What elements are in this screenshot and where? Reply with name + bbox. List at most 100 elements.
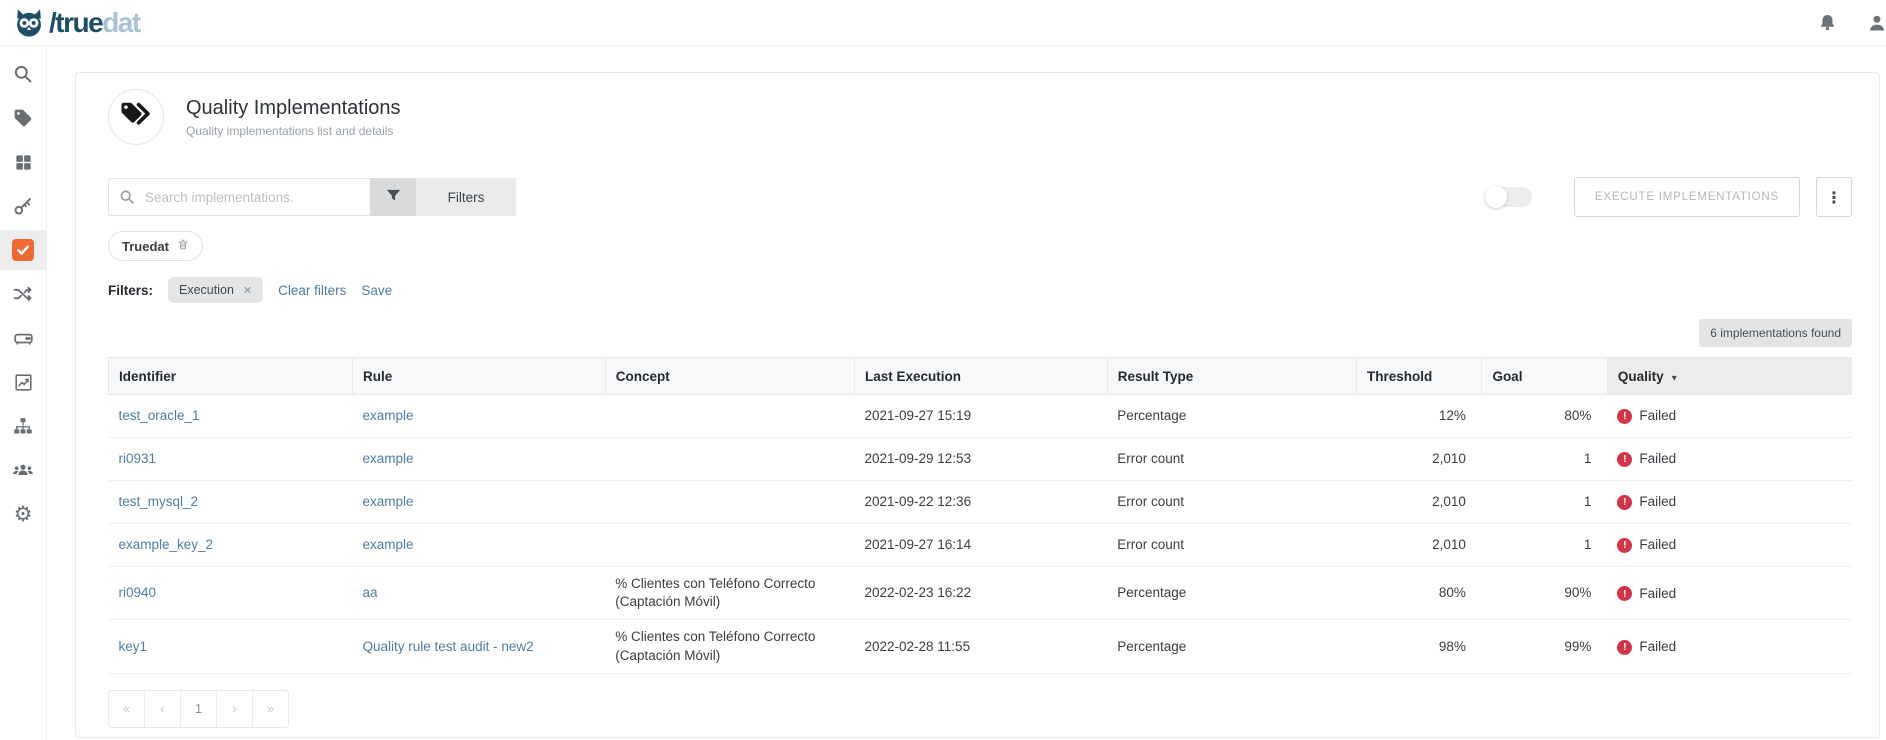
rule-link[interactable]: Quality rule test audit - new2 [363,639,534,654]
sidebar-item-glossary[interactable] [0,98,46,138]
cell-result_type: Error count [1107,481,1356,524]
failed-icon: ! [1617,586,1632,601]
column-header-last_execution[interactable]: Last Execution [854,358,1107,395]
cell-identifier: test_mysql_2 [109,481,353,524]
cell-last_execution: 2021-09-22 12:36 [854,481,1107,524]
cell-concept [605,524,854,567]
execute-toggle[interactable] [1486,187,1532,207]
pagination-first-button[interactable]: « [108,690,145,728]
cell-quality: ! Failed [1607,620,1851,673]
sidebar-item-domains[interactable] [0,406,46,446]
sidebar-item-dashboards[interactable] [0,362,46,402]
column-header-label-identifier: Identifier [119,369,176,384]
identifier-link[interactable]: ri0931 [119,451,157,466]
server-icon [13,328,34,349]
rule-link[interactable]: example [363,494,414,509]
failed-icon: ! [1617,640,1632,655]
clear-filters-link[interactable]: Clear filters [278,283,346,298]
cell-goal: 1 [1482,481,1607,524]
close-icon[interactable]: ✕ [243,284,252,297]
cell-result_type: Percentage [1107,567,1356,620]
rule-link[interactable]: aa [363,585,378,600]
quality-status-label: Failed [1639,638,1676,656]
cell-goal: 90% [1482,567,1607,620]
identifier-link[interactable]: test_mysql_2 [119,494,199,509]
filter-chip-execution[interactable]: Execution ✕ [168,277,263,303]
cell-quality: !Failed [1607,524,1851,567]
save-filters-link[interactable]: Save [361,283,392,298]
rule-link[interactable]: example [363,537,414,552]
column-header-concept[interactable]: Concept [605,358,854,395]
trash-icon[interactable] [177,238,189,254]
column-header-label-quality: Quality [1618,369,1664,384]
sitemap-icon [13,416,33,436]
brand-wordmark-primary: /true [49,7,102,38]
pagination-next-button[interactable]: › [216,690,253,728]
quality-status-label: Failed [1639,536,1676,554]
sidebar-item-quality[interactable] [0,230,46,270]
cell-result_type: Percentage [1107,620,1356,673]
filter-funnel-button[interactable] [370,178,416,216]
identifier-link[interactable]: key1 [119,639,148,654]
funnel-icon [385,187,402,207]
cell-result_type: Error count [1107,524,1356,567]
column-header-quality[interactable]: Quality▾ [1607,358,1851,395]
quality-status-label: Failed [1639,450,1676,468]
pagination-page-1-button[interactable]: 1 [180,690,217,728]
identifier-link[interactable]: test_oracle_1 [119,408,200,423]
rule-link[interactable]: example [363,408,414,423]
table-row: ri0940aa% Clientes con Teléfono Correcto… [109,567,1852,620]
identifier-link[interactable]: example_key_2 [119,537,214,552]
filters-row: Filters: Execution ✕ Clear filters Save [108,277,1852,303]
kebab-menu-button[interactable]: ⋮ [1816,177,1852,217]
identifier-link[interactable]: ri0940 [119,585,157,600]
column-header-threshold[interactable]: Threshold [1356,358,1481,395]
quality-status: !Failed [1617,407,1676,425]
column-header-label-goal: Goal [1492,369,1522,384]
quality-status-label: Failed [1639,493,1676,511]
column-header-label-last_execution: Last Execution [865,369,961,384]
sidebar-item-users[interactable] [0,450,46,490]
toolbar-right: EXECUTE IMPLEMENTATIONS ⋮ [1486,177,1852,217]
sidebar-item-sources[interactable] [0,318,46,358]
cell-goal: 80% [1482,395,1607,438]
sidebar-item-catalog[interactable] [0,142,46,182]
execute-implementations-button[interactable]: EXECUTE IMPLEMENTATIONS [1574,177,1800,217]
sidebar-item-lineage[interactable] [0,274,46,314]
cell-identifier: key1 [109,620,353,673]
brand-logo[interactable]: /truedat [12,6,140,40]
failed-icon: ! [1617,452,1632,467]
users-icon [12,459,34,481]
quality-status: ! Failed [1617,450,1676,468]
sidebar-item-settings[interactable]: ⚙ [0,494,46,534]
cell-quality: ! Failed [1607,481,1851,524]
quality-status: ! Failed [1617,585,1676,603]
search-input[interactable] [108,178,370,216]
failed-icon: ! [1617,495,1632,510]
scope-chip-truedat[interactable]: Truedat [108,231,203,261]
quality-status: ! Failed [1617,638,1676,656]
page-titles: Quality Implementations Quality implemen… [186,97,401,138]
column-header-rule[interactable]: Rule [353,358,606,395]
pagination-last-button[interactable]: » [252,690,289,728]
chart-icon [14,373,33,392]
user-icon[interactable] [1867,13,1886,33]
column-header-label-concept: Concept [616,369,670,384]
column-header-result_type[interactable]: Result Type [1107,358,1356,395]
filters-button[interactable]: Filters [416,178,516,216]
bell-icon[interactable] [1818,13,1837,32]
rule-link[interactable]: example [363,451,414,466]
column-header-goal[interactable]: Goal [1482,358,1607,395]
column-header-identifier[interactable]: Identifier [109,358,353,395]
implementations-table: Identifier Rule Concept Last Execution Resul… [108,357,1852,674]
page-icon-circle [108,89,164,145]
quality-status: ! Failed [1617,493,1676,511]
quality-status-label: Failed [1639,585,1676,603]
search-icon [13,64,33,84]
pagination-prev-button[interactable]: ‹ [144,690,181,728]
sidebar-item-permissions[interactable] [0,186,46,226]
cell-threshold: 2,010 [1356,481,1481,524]
cell-rule: example [353,481,606,524]
sidebar-item-search[interactable] [0,54,46,94]
grid-icon [14,153,33,172]
